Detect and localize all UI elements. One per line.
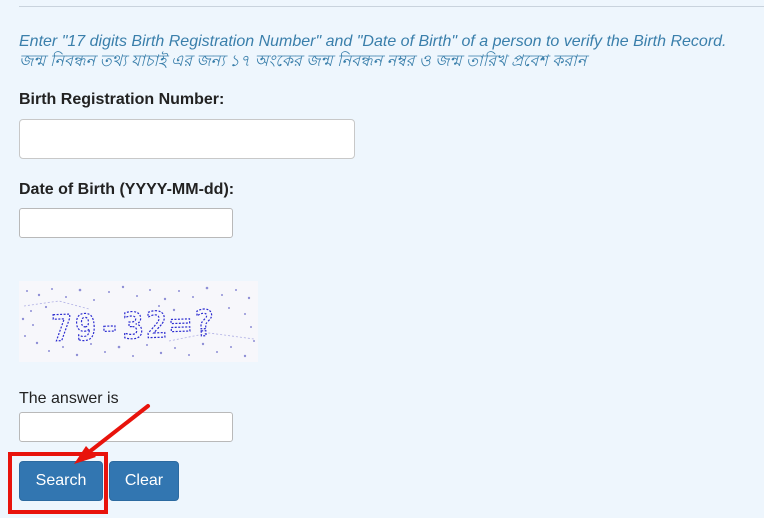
annotation-arrow-icon xyxy=(74,404,150,464)
